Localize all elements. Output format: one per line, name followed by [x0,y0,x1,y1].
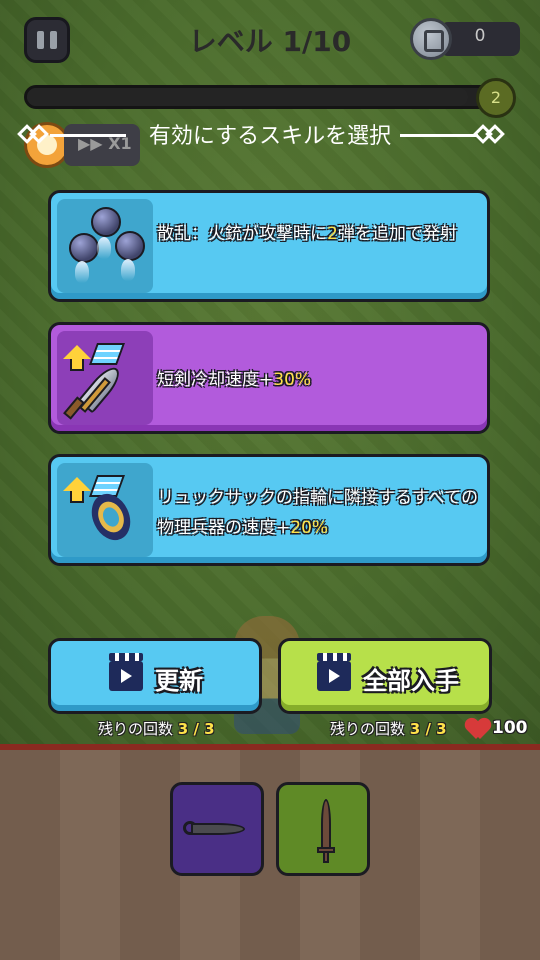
get-all-label: 全部入手 [363,667,459,695]
xp-level-badge: 2 [476,78,516,118]
skill-card-dagger-cooldown[interactable]: 短剣冷却速度+30% [48,322,490,434]
video-ad-icon [317,653,351,691]
skill-card-scatter[interactable]: 散乱：火銃が攻撃時に2弾を追加で発射 [48,190,490,302]
coin-icon [410,18,452,60]
skill-card-ring-speed[interactable]: リュックサックの指輪に隣接するすべての物理兵器の速度+20% [48,454,490,566]
refresh-button[interactable]: 更新 [48,638,262,714]
refresh-remaining: 残りの回数 3 / 3 [98,720,215,738]
scatter-orbs-icon [57,199,153,293]
xp-progress-bar [24,85,494,109]
kunai-icon [191,823,245,835]
get-all-button[interactable]: 全部入手 [278,638,492,714]
sword-icon [321,799,331,849]
skill-description: 散乱：火銃が攻撃時に2弾を追加で発射 [157,224,457,244]
skill-description: 短剣冷却速度+30% [157,370,312,390]
upgrade-arrow-icon [63,345,91,359]
get-all-remaining: 残りの回数 3 / 3 [330,720,447,738]
weapon-slot-kunai[interactable] [170,782,264,876]
xp-progress-fill [27,88,468,106]
weapon-slot-sword[interactable] [276,782,370,876]
dagger-upgrade-icon [57,331,153,425]
skill-description: リュックサックの指輪に隣接するすべての物理兵器の速度+20% [157,488,479,538]
hp-value: 100 [492,718,528,738]
upgrade-arrow-icon [63,477,91,491]
video-ad-icon [109,653,143,691]
divider [400,134,478,137]
coin-value: 0 [474,26,486,46]
heart-icon [466,719,490,741]
refresh-label: 更新 [155,667,203,695]
inventory-area [0,750,540,960]
speed-wing-icon [88,343,126,365]
skill-select-header: 有効にするスキルを選択 [0,118,540,152]
backpack-ring-upgrade-icon [57,463,153,557]
